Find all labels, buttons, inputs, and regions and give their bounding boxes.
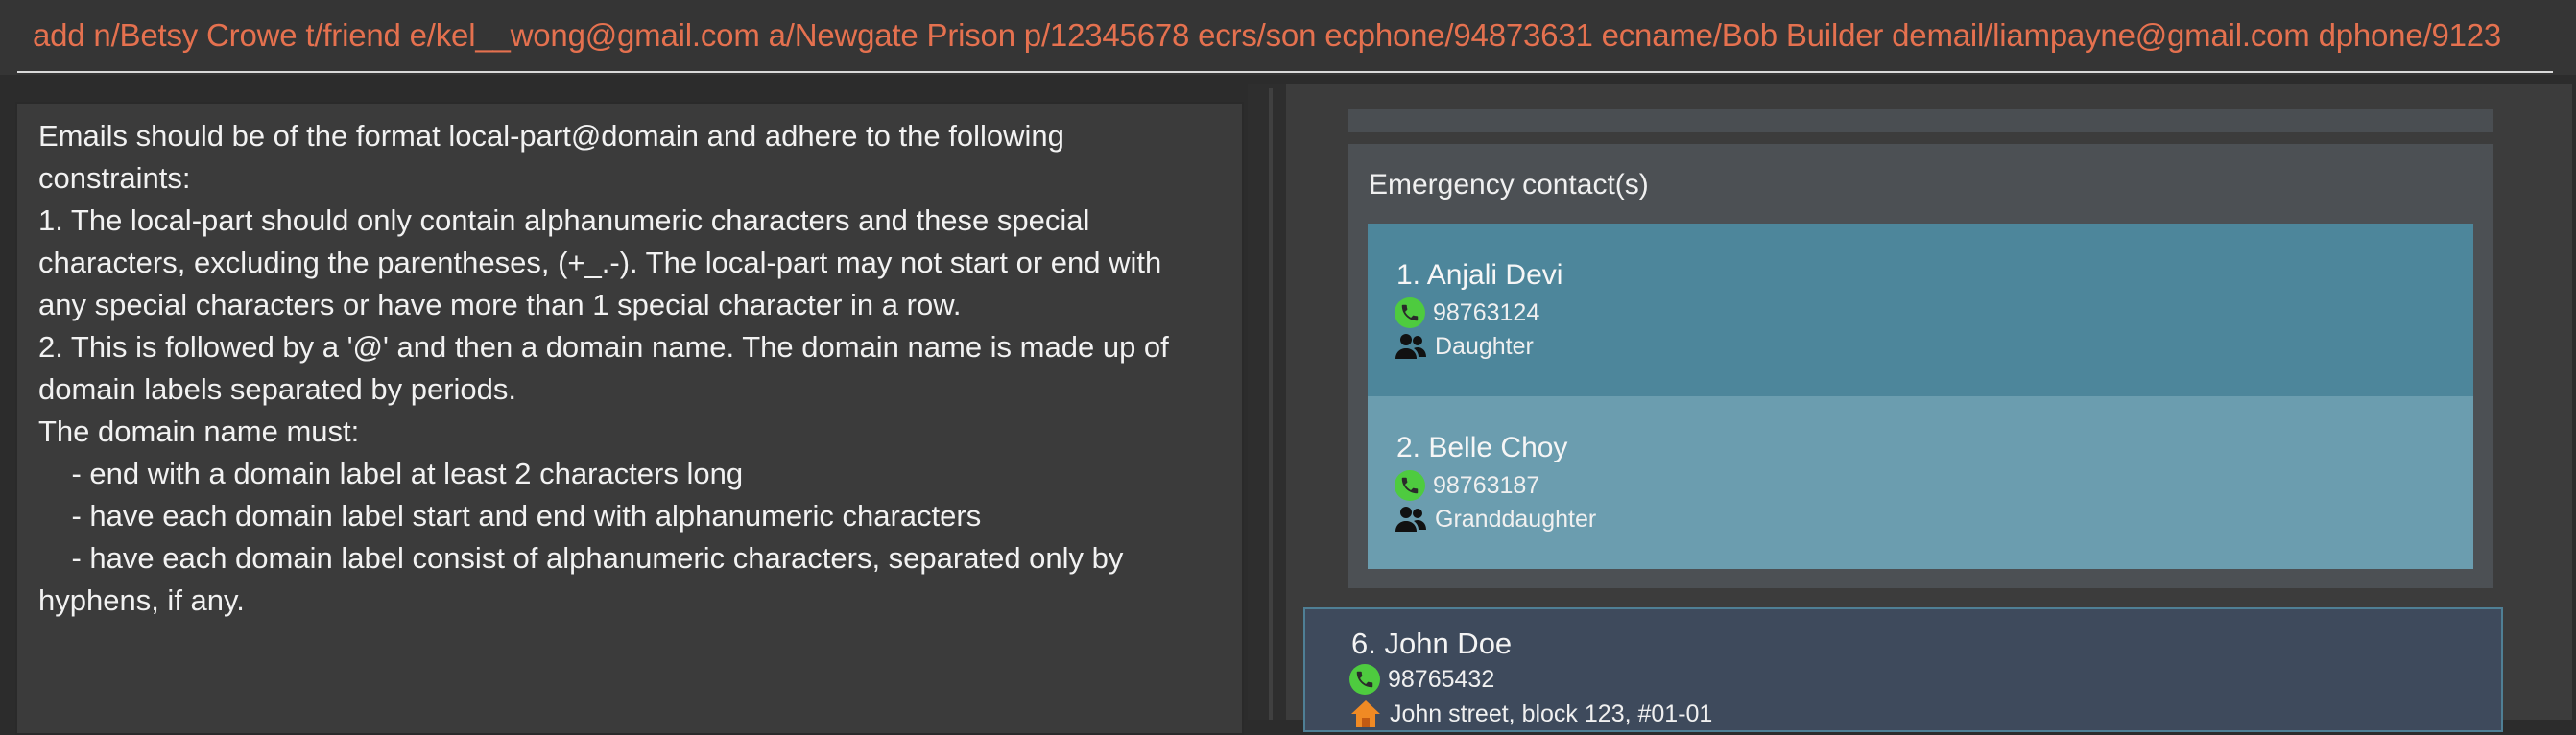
emergency-contact-name: 2. Belle Choy (1396, 432, 1568, 463)
phone-icon (1395, 470, 1425, 501)
emergency-contact-phone: 98763124 (1433, 298, 1540, 326)
result-display[interactable]: Emails should be of the format local-par… (15, 102, 1244, 735)
emergency-contact-relationship: Granddaughter (1435, 505, 1597, 533)
result-message: Emails should be of the format local-par… (38, 119, 1169, 617)
emergency-contact-card[interactable]: 2. Belle Choy 98763187 Granddaughter (1368, 396, 2473, 569)
split-pane-divider[interactable] (1269, 88, 1273, 720)
person-address: John street, block 123, #01-01 (1390, 699, 1713, 727)
person-card[interactable]: 6. John Doe 98765432 John street, block … (1303, 607, 2503, 732)
command-input-underline (17, 71, 2553, 73)
phone-icon (1349, 664, 1380, 695)
emergency-contact-phone-row: 98763187 (1395, 469, 1539, 502)
emergency-contact-relationship: Daughter (1435, 332, 1534, 360)
previous-card-bottom (1348, 109, 2493, 132)
people-icon (1395, 507, 1426, 532)
emergency-contact-relationship-row: Daughter (1395, 331, 1534, 362)
house-icon (1351, 700, 1380, 727)
person-name: 6. John Doe (1351, 627, 1513, 660)
emergency-contacts-title: Emergency contact(s) (1369, 169, 1649, 201)
emergency-contact-phone-row: 98763124 (1395, 296, 1539, 329)
command-bar: add n/Betsy Crowe t/friend e/kel__wong@g… (0, 0, 2576, 75)
phone-icon (1395, 297, 1425, 328)
emergency-contact-relationship-row: Granddaughter (1395, 504, 1596, 534)
emergency-contact-card[interactable]: 1. Anjali Devi 98763124 Daughter (1368, 224, 2473, 396)
command-input[interactable]: add n/Betsy Crowe t/friend e/kel__wong@g… (33, 17, 2501, 54)
emergency-contact-phone: 98763187 (1433, 471, 1540, 499)
emergency-contact-name: 1. Anjali Devi (1396, 259, 1563, 291)
person-address-row: John street, block 123, #01-01 (1349, 698, 1712, 730)
people-icon (1395, 334, 1426, 359)
split-pane-gap (1248, 84, 1286, 720)
person-phone: 98765432 (1388, 665, 1495, 693)
person-phone-row: 98765432 (1349, 663, 1494, 696)
